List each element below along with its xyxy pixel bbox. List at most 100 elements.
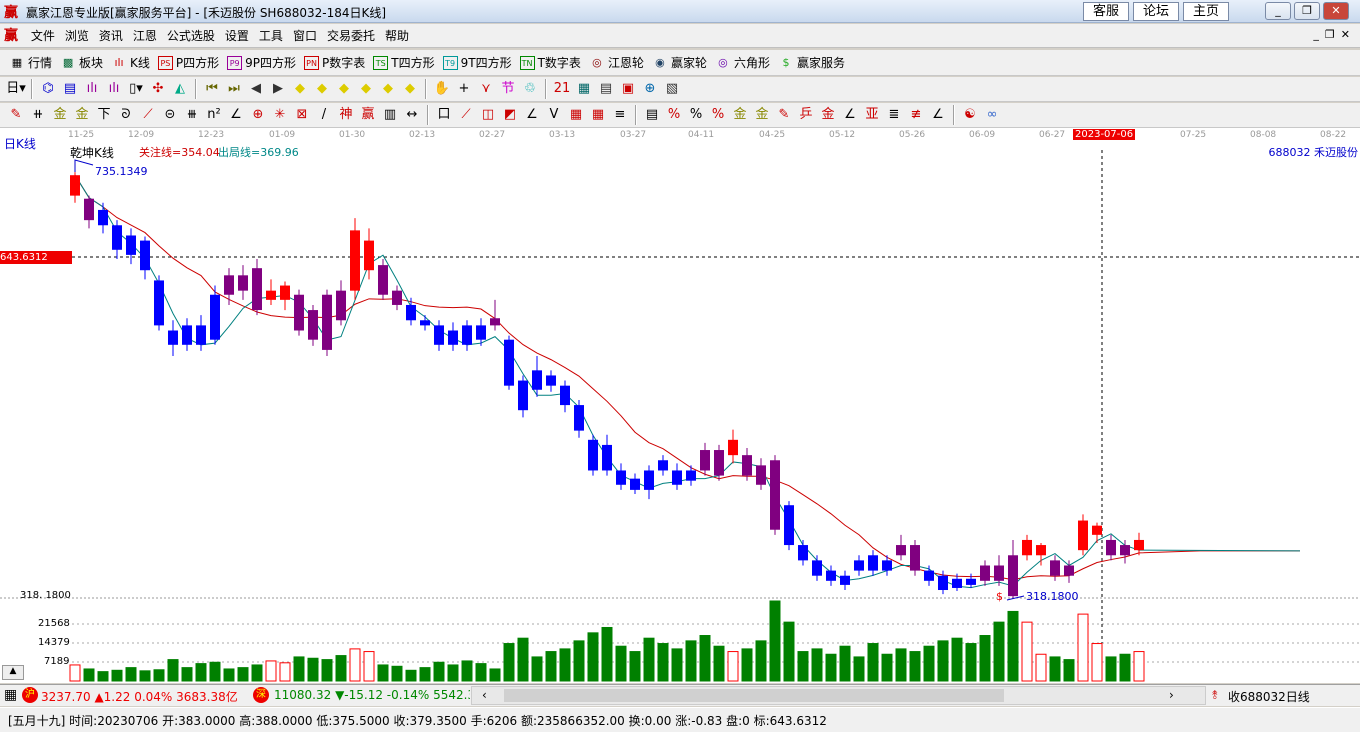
winner-icon[interactable]: 赢 (358, 105, 378, 125)
menu-item-0[interactable]: 文件 (26, 24, 60, 48)
gold-line-icon[interactable]: 金 (752, 105, 772, 125)
notes-icon[interactable]: ▤ (60, 79, 80, 99)
horizontal-scrollbar[interactable]: ‹ › (471, 686, 1206, 705)
menu-item-8[interactable]: 交易委托 (322, 24, 380, 48)
next-icon[interactable]: ▶ (268, 79, 288, 99)
box-icon[interactable]: ⊠ (292, 105, 312, 125)
line-tool-icon[interactable]: ⋎ (476, 79, 496, 99)
scroll-up-button[interactable]: ▲ (2, 665, 24, 680)
n-squared-icon[interactable]: n² (204, 105, 224, 125)
slash-icon[interactable]: / (314, 105, 334, 125)
fan-icon[interactable]: ⟋ (138, 105, 158, 125)
spiral-icon[interactable]: ᘐ (116, 105, 136, 125)
angle-line-icon[interactable]: ∠ (928, 105, 948, 125)
square-icon[interactable]: 口 (434, 105, 454, 125)
grid-lines-icon[interactable]: ⧻ (182, 105, 202, 125)
toolbar-button-9[interactable]: ◎ 江恩轮 (586, 54, 647, 71)
shrink-icon[interactable]: ◆ (356, 79, 376, 99)
customer-service-button[interactable]: 客服 (1083, 2, 1129, 21)
candle-dropdown[interactable]: ▯▾ (126, 79, 146, 99)
menu-item-1[interactable]: 浏览 (60, 24, 94, 48)
v-icon[interactable]: V (544, 105, 564, 125)
last-icon[interactable]: ⏭ (224, 79, 244, 99)
toolbar-button-4[interactable]: P9 9P四方形 (224, 54, 299, 71)
level-icon[interactable]: 亚 (862, 105, 882, 125)
zoom-in-icon[interactable]: ◆ (378, 79, 398, 99)
menu-item-5[interactable]: 设置 (220, 24, 254, 48)
shanghai-index[interactable]: 3237.70 ▲1.22 0.04% 3683.38亿 (41, 688, 238, 705)
target-icon[interactable]: ⊕ (248, 105, 268, 125)
drawing-icon[interactable]: ✣ (148, 79, 168, 99)
network-icon[interactable]: ⊕ (640, 79, 660, 99)
width-icon[interactable]: ↔ (402, 105, 422, 125)
save-icon[interactable]: ▣ (618, 79, 638, 99)
box-fan-icon[interactable]: ◩ (500, 105, 520, 125)
god-icon[interactable]: 神 (336, 105, 356, 125)
shield-icon[interactable]: ≢ (906, 105, 926, 125)
arc-icon[interactable]: ◫ (478, 105, 498, 125)
angle-icon[interactable]: ∠ (226, 105, 246, 125)
parallel-lines-icon[interactable]: ⧺ (28, 105, 48, 125)
infinity-icon[interactable]: ∞ (982, 105, 1002, 125)
crosshair-icon[interactable]: + (454, 79, 474, 99)
toolbar-button-5[interactable]: PN P数字表 (301, 54, 368, 71)
cycle2-icon[interactable]: ≣ (884, 105, 904, 125)
ray-icon[interactable]: ∠ (840, 105, 860, 125)
palette-icon[interactable]: ◭ (170, 79, 190, 99)
channel-icon[interactable]: ≡ (610, 105, 630, 125)
triangle-icon[interactable]: ∠ (522, 105, 542, 125)
kline9-icon[interactable]: ılı (104, 79, 124, 99)
menu-item-4[interactable]: 公式选股 (162, 24, 220, 48)
home-button[interactable]: 主页 (1183, 2, 1229, 21)
cycle-icon[interactable]: ⊝ (160, 105, 180, 125)
toolbar-button-10[interactable]: ◉ 赢家轮 (649, 54, 710, 71)
percent-icon[interactable]: % (686, 105, 706, 125)
yinyang-icon[interactable]: ☯ (960, 105, 980, 125)
forum-button[interactable]: 论坛 (1133, 2, 1179, 21)
scroll-left-icon[interactable]: ‹ (482, 688, 487, 702)
toolbar-button-12[interactable]: $ 赢家服务 (775, 54, 848, 71)
minimize-button[interactable]: _ (1265, 2, 1291, 20)
calendar-icon[interactable]: 21 (552, 79, 572, 99)
toolbar-button-11[interactable]: ◎ 六角形 (712, 54, 773, 71)
grid-red2-icon[interactable]: ▦ (588, 105, 608, 125)
pencil-icon[interactable]: ✎ (774, 105, 794, 125)
menu-item-9[interactable]: 帮助 (380, 24, 414, 48)
pen-icon[interactable]: ✎ (6, 105, 26, 125)
shenzhen-index[interactable]: 11080.32 ▼-15.12 -0.14% 5542.38 (274, 688, 470, 702)
scrollbar-thumb[interactable] (504, 689, 1004, 702)
mdi-restore-button[interactable]: ❐ (1325, 28, 1341, 41)
mdi-close-button[interactable]: ✕ (1341, 28, 1356, 41)
toolbar-button-0[interactable]: ▦ 行情 (6, 54, 55, 71)
period-day-dropdown[interactable]: 日▾ (6, 79, 26, 99)
percent-line-icon[interactable]: % (708, 105, 728, 125)
star-icon[interactable]: ✳ (270, 105, 290, 125)
zoom-right-icon[interactable]: ◆ (312, 79, 332, 99)
gold-ratio-icon[interactable]: 金 (50, 105, 70, 125)
toolbar-button-2[interactable]: ılı K线 (108, 54, 153, 71)
first-icon[interactable]: ⏮ (202, 79, 222, 99)
toolbar-button-7[interactable]: T9 9T四方形 (440, 54, 515, 71)
gold-circle-icon[interactable]: 金 (730, 105, 750, 125)
toolbar-button-8[interactable]: TN T数字表 (517, 54, 584, 71)
formula-icon[interactable]: ♲ (520, 79, 540, 99)
prev-icon[interactable]: ◀ (246, 79, 266, 99)
percent-red-icon[interactable]: % (664, 105, 684, 125)
hand-icon[interactable]: ✋ (432, 79, 452, 99)
fib-icon[interactable]: 下 (94, 105, 114, 125)
maximize-button[interactable]: ❐ (1294, 2, 1320, 20)
report-icon[interactable]: ▤ (596, 79, 616, 99)
menu-item-7[interactable]: 窗口 (288, 24, 322, 48)
gold-ratio2-icon[interactable]: 金 (72, 105, 92, 125)
number-grid-icon[interactable]: ▥ (380, 105, 400, 125)
zoom-left-icon[interactable]: ◆ (290, 79, 310, 99)
menu-item-2[interactable]: 资讯 (94, 24, 128, 48)
kline-chart[interactable]: 日K线 乾坤K线 关注线=354.04 出局线=369.96 688032 禾迈… (0, 128, 1360, 683)
zoom-out-icon[interactable]: ◆ (400, 79, 420, 99)
section-icon[interactable]: 节 (498, 79, 518, 99)
grid-red-icon[interactable]: ▦ (566, 105, 586, 125)
price-icon[interactable]: 乒 (796, 105, 816, 125)
gold-red-icon[interactable]: 金 (818, 105, 838, 125)
chart-style-icon[interactable]: ⌬ (38, 79, 58, 99)
mdi-minimize-button[interactable]: _ (1313, 28, 1325, 41)
